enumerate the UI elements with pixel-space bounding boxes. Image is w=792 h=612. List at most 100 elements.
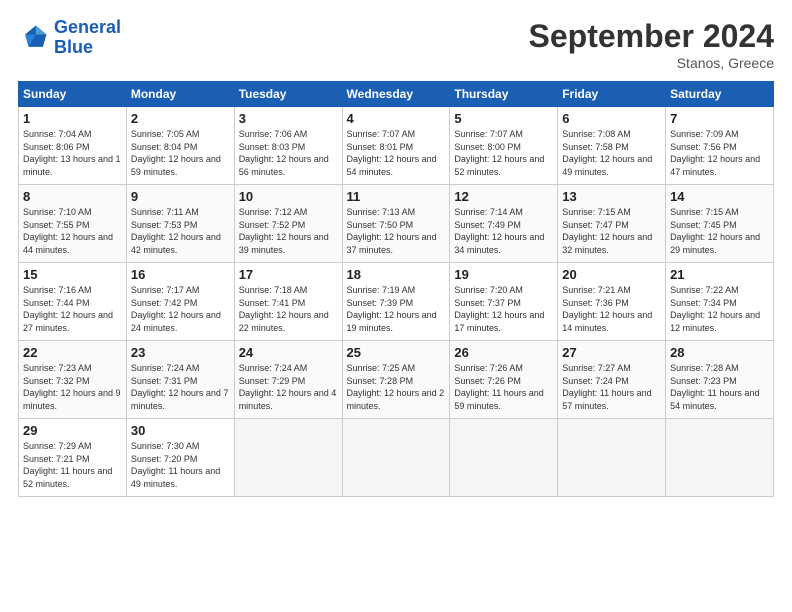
day-detail: Sunrise: 7:24 AMSunset: 7:29 PMDaylight:… (239, 362, 338, 412)
calendar-cell: 23 Sunrise: 7:24 AMSunset: 7:31 PMDayligh… (126, 341, 234, 419)
day-detail: Sunrise: 7:13 AMSunset: 7:50 PMDaylight:… (347, 206, 446, 256)
location: Stanos, Greece (529, 55, 774, 71)
weekday-header-thursday: Thursday (450, 82, 558, 107)
day-number: 6 (562, 111, 661, 126)
calendar-cell: 17 Sunrise: 7:18 AMSunset: 7:41 PMDayligh… (234, 263, 342, 341)
calendar-cell (666, 419, 774, 497)
calendar-cell: 12 Sunrise: 7:14 AMSunset: 7:49 PMDayligh… (450, 185, 558, 263)
weekday-header-saturday: Saturday (666, 82, 774, 107)
weekday-header-friday: Friday (558, 82, 666, 107)
day-number: 10 (239, 189, 338, 204)
day-number: 8 (23, 189, 122, 204)
calendar-table: SundayMondayTuesdayWednesdayThursdayFrid… (18, 81, 774, 497)
day-number: 1 (23, 111, 122, 126)
day-detail: Sunrise: 7:15 AMSunset: 7:47 PMDaylight:… (562, 206, 661, 256)
calendar-week-5: 29 Sunrise: 7:29 AMSunset: 7:21 PMDayligh… (19, 419, 774, 497)
day-detail: Sunrise: 7:30 AMSunset: 7:20 PMDaylight:… (131, 440, 230, 490)
day-number: 7 (670, 111, 769, 126)
day-detail: Sunrise: 7:18 AMSunset: 7:41 PMDaylight:… (239, 284, 338, 334)
day-number: 27 (562, 345, 661, 360)
day-number: 13 (562, 189, 661, 204)
day-detail: Sunrise: 7:22 AMSunset: 7:34 PMDaylight:… (670, 284, 769, 334)
title-block: September 2024 Stanos, Greece (529, 18, 774, 71)
day-detail: Sunrise: 7:17 AMSunset: 7:42 PMDaylight:… (131, 284, 230, 334)
weekday-header-sunday: Sunday (19, 82, 127, 107)
weekday-header-row: SundayMondayTuesdayWednesdayThursdayFrid… (19, 82, 774, 107)
calendar-cell: 1Sunrise: 7:04 AMSunset: 8:06 PMDaylight… (19, 107, 127, 185)
day-number: 22 (23, 345, 122, 360)
calendar-cell: 14 Sunrise: 7:15 AMSunset: 7:45 PMDayligh… (666, 185, 774, 263)
calendar-cell: 30 Sunrise: 7:30 AMSunset: 7:20 PMDayligh… (126, 419, 234, 497)
calendar-cell: 3 Sunrise: 7:06 AMSunset: 8:03 PMDaylight… (234, 107, 342, 185)
day-detail: Sunrise: 7:14 AMSunset: 7:49 PMDaylight:… (454, 206, 553, 256)
calendar-cell: 7 Sunrise: 7:09 AMSunset: 7:56 PMDaylight… (666, 107, 774, 185)
calendar-cell: 10 Sunrise: 7:12 AMSunset: 7:52 PMDayligh… (234, 185, 342, 263)
day-detail: Sunrise: 7:29 AMSunset: 7:21 PMDaylight:… (23, 440, 122, 490)
day-detail: Sunrise: 7:19 AMSunset: 7:39 PMDaylight:… (347, 284, 446, 334)
day-number: 20 (562, 267, 661, 282)
calendar-cell: 19 Sunrise: 7:20 AMSunset: 7:37 PMDayligh… (450, 263, 558, 341)
day-detail: Sunrise: 7:07 AMSunset: 8:00 PMDaylight:… (454, 128, 553, 178)
calendar-cell: 8 Sunrise: 7:10 AMSunset: 7:55 PMDaylight… (19, 185, 127, 263)
day-number: 14 (670, 189, 769, 204)
logo-icon (18, 22, 50, 54)
logo-general: General (54, 17, 121, 37)
day-detail: Sunrise: 7:09 AMSunset: 7:56 PMDaylight:… (670, 128, 769, 178)
day-number: 30 (131, 423, 230, 438)
day-detail: Sunrise: 7:23 AMSunset: 7:32 PMDaylight:… (23, 362, 122, 412)
calendar-cell: 26 Sunrise: 7:26 AMSunset: 7:26 PMDayligh… (450, 341, 558, 419)
day-number: 29 (23, 423, 122, 438)
day-number: 11 (347, 189, 446, 204)
calendar-cell: 2 Sunrise: 7:05 AMSunset: 8:04 PMDaylight… (126, 107, 234, 185)
day-detail: Sunrise: 7:16 AMSunset: 7:44 PMDaylight:… (23, 284, 122, 334)
calendar-cell: 28 Sunrise: 7:28 AMSunset: 7:23 PMDayligh… (666, 341, 774, 419)
calendar-cell: 20Sunrise: 7:21 AMSunset: 7:36 PMDayligh… (558, 263, 666, 341)
calendar-week-1: 1Sunrise: 7:04 AMSunset: 8:06 PMDaylight… (19, 107, 774, 185)
calendar-cell: 21Sunrise: 7:22 AMSunset: 7:34 PMDayligh… (666, 263, 774, 341)
day-number: 26 (454, 345, 553, 360)
day-detail: Sunrise: 7:10 AMSunset: 7:55 PMDaylight:… (23, 206, 122, 256)
day-number: 3 (239, 111, 338, 126)
day-number: 17 (239, 267, 338, 282)
calendar-cell: 27 Sunrise: 7:27 AMSunset: 7:24 PMDayligh… (558, 341, 666, 419)
calendar-week-4: 22 Sunrise: 7:23 AMSunset: 7:32 PMDayligh… (19, 341, 774, 419)
logo-blue: Blue (54, 37, 93, 57)
day-detail: Sunrise: 7:15 AMSunset: 7:45 PMDaylight:… (670, 206, 769, 256)
calendar-cell: 16 Sunrise: 7:17 AMSunset: 7:42 PMDayligh… (126, 263, 234, 341)
day-detail: Sunrise: 7:12 AMSunset: 7:52 PMDaylight:… (239, 206, 338, 256)
calendar-cell: 9 Sunrise: 7:11 AMSunset: 7:53 PMDaylight… (126, 185, 234, 263)
day-number: 12 (454, 189, 553, 204)
weekday-header-tuesday: Tuesday (234, 82, 342, 107)
month-title: September 2024 (529, 18, 774, 55)
day-number: 28 (670, 345, 769, 360)
day-number: 16 (131, 267, 230, 282)
day-number: 19 (454, 267, 553, 282)
calendar-week-3: 15Sunrise: 7:16 AMSunset: 7:44 PMDayligh… (19, 263, 774, 341)
day-number: 24 (239, 345, 338, 360)
calendar-cell: 5 Sunrise: 7:07 AMSunset: 8:00 PMDaylight… (450, 107, 558, 185)
day-number: 4 (347, 111, 446, 126)
header: General Blue September 2024 Stanos, Gree… (18, 18, 774, 71)
day-detail: Sunrise: 7:06 AMSunset: 8:03 PMDaylight:… (239, 128, 338, 178)
day-detail: Sunrise: 7:11 AMSunset: 7:53 PMDaylight:… (131, 206, 230, 256)
day-detail: Sunrise: 7:27 AMSunset: 7:24 PMDaylight:… (562, 362, 661, 412)
day-number: 23 (131, 345, 230, 360)
day-detail: Sunrise: 7:25 AMSunset: 7:28 PMDaylight:… (347, 362, 446, 412)
day-number: 5 (454, 111, 553, 126)
weekday-header-wednesday: Wednesday (342, 82, 450, 107)
day-detail: Sunrise: 7:05 AMSunset: 8:04 PMDaylight:… (131, 128, 230, 178)
day-number: 9 (131, 189, 230, 204)
day-number: 2 (131, 111, 230, 126)
calendar-cell: 4Sunrise: 7:07 AMSunset: 8:01 PMDaylight… (342, 107, 450, 185)
day-detail: Sunrise: 7:24 AMSunset: 7:31 PMDaylight:… (131, 362, 230, 412)
day-detail: Sunrise: 7:08 AMSunset: 7:58 PMDaylight:… (562, 128, 661, 178)
day-detail: Sunrise: 7:28 AMSunset: 7:23 PMDaylight:… (670, 362, 769, 412)
day-number: 18 (347, 267, 446, 282)
calendar-cell: 22 Sunrise: 7:23 AMSunset: 7:32 PMDayligh… (19, 341, 127, 419)
calendar-cell (450, 419, 558, 497)
page: General Blue September 2024 Stanos, Gree… (0, 0, 792, 612)
calendar-cell (558, 419, 666, 497)
day-detail: Sunrise: 7:26 AMSunset: 7:26 PMDaylight:… (454, 362, 553, 412)
day-detail: Sunrise: 7:20 AMSunset: 7:37 PMDaylight:… (454, 284, 553, 334)
calendar-cell: 15Sunrise: 7:16 AMSunset: 7:44 PMDayligh… (19, 263, 127, 341)
